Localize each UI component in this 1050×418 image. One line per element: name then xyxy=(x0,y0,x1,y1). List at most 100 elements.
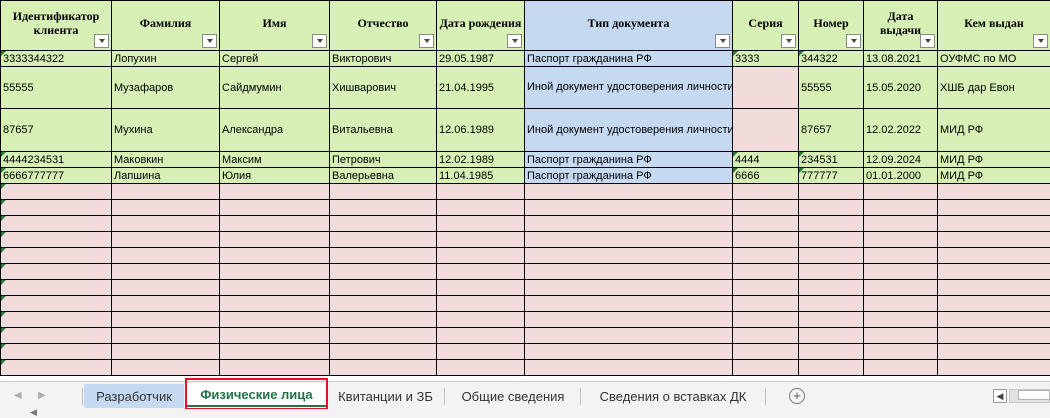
empty-cell[interactable] xyxy=(732,199,799,216)
cell-surname[interactable]: Лопухин xyxy=(111,50,220,67)
empty-cell[interactable] xyxy=(329,343,437,360)
empty-cell[interactable] xyxy=(524,231,733,248)
empty-cell[interactable] xyxy=(798,183,864,200)
empty-cell[interactable] xyxy=(863,231,938,248)
cell-birth-date[interactable]: 21.04.1995 xyxy=(436,66,525,109)
empty-cell[interactable] xyxy=(219,231,330,248)
empty-cell[interactable] xyxy=(863,327,938,344)
cell-issue-date[interactable]: 12.02.2022 xyxy=(863,108,938,152)
empty-cell[interactable] xyxy=(0,183,112,200)
empty-cell[interactable] xyxy=(732,247,799,264)
cell-issue-date[interactable]: 13.08.2021 xyxy=(863,50,938,67)
cell-number[interactable]: 55555 xyxy=(798,66,864,109)
empty-cell[interactable] xyxy=(111,183,220,200)
empty-cell[interactable] xyxy=(111,327,220,344)
empty-cell[interactable] xyxy=(732,295,799,312)
empty-cell[interactable] xyxy=(111,199,220,216)
empty-cell[interactable] xyxy=(798,343,864,360)
empty-cell[interactable] xyxy=(219,279,330,296)
empty-cell[interactable] xyxy=(732,279,799,296)
empty-cell[interactable] xyxy=(0,311,112,328)
filter-dropdown-icon[interactable] xyxy=(1033,34,1048,48)
empty-cell[interactable] xyxy=(111,295,220,312)
cell-client-id[interactable]: 3333344322 xyxy=(0,50,112,67)
cell-issue-date[interactable]: 01.01.2000 xyxy=(863,167,938,184)
tab-insert-info[interactable]: Сведения о вставках ДК xyxy=(582,382,764,410)
cell-series[interactable]: 3333 xyxy=(732,50,799,67)
empty-cell[interactable] xyxy=(0,279,112,296)
cell-document-type[interactable]: Паспорт гражданина РФ xyxy=(524,50,733,67)
empty-cell[interactable] xyxy=(329,327,437,344)
empty-cell[interactable] xyxy=(524,343,733,360)
empty-cell[interactable] xyxy=(111,343,220,360)
empty-cell[interactable] xyxy=(111,311,220,328)
empty-cell[interactable] xyxy=(732,215,799,232)
empty-cell[interactable] xyxy=(0,231,112,248)
empty-cell[interactable] xyxy=(111,247,220,264)
empty-cell[interactable] xyxy=(937,359,1050,376)
empty-cell[interactable] xyxy=(863,279,938,296)
column-header-issue-date[interactable]: Дата выдачи xyxy=(863,0,938,51)
cell-number[interactable]: 87657 xyxy=(798,108,864,152)
empty-cell[interactable] xyxy=(436,247,525,264)
empty-cell[interactable] xyxy=(732,343,799,360)
empty-cell[interactable] xyxy=(0,327,112,344)
cell-client-id[interactable]: 4444234531 xyxy=(0,151,112,168)
filter-dropdown-icon[interactable] xyxy=(507,34,522,48)
empty-cell[interactable] xyxy=(798,279,864,296)
cell-surname[interactable]: Маковкин xyxy=(111,151,220,168)
empty-cell[interactable] xyxy=(219,359,330,376)
empty-cell[interactable] xyxy=(863,295,938,312)
cell-first-name[interactable]: Сергей xyxy=(219,50,330,67)
column-header-client-id[interactable]: Идентификатор клиента xyxy=(0,0,112,51)
empty-cell[interactable] xyxy=(798,359,864,376)
empty-cell[interactable] xyxy=(111,215,220,232)
empty-cell[interactable] xyxy=(329,263,437,280)
cell-issued-by[interactable]: ОУФМС по МО xyxy=(937,50,1050,67)
cell-patronymic[interactable]: Хишварович xyxy=(329,66,437,109)
empty-cell[interactable] xyxy=(0,359,112,376)
empty-cell[interactable] xyxy=(798,215,864,232)
horizontal-scrollbar-thumb[interactable] xyxy=(1018,390,1050,400)
empty-cell[interactable] xyxy=(732,327,799,344)
empty-cell[interactable] xyxy=(0,199,112,216)
cell-client-id[interactable]: 87657 xyxy=(0,108,112,152)
cell-number[interactable]: 777777 xyxy=(798,167,864,184)
empty-cell[interactable] xyxy=(329,247,437,264)
empty-cell[interactable] xyxy=(329,215,437,232)
cell-document-type[interactable]: Иной документ удостоверения личности ино… xyxy=(524,108,733,152)
empty-cell[interactable] xyxy=(436,215,525,232)
empty-cell[interactable] xyxy=(219,295,330,312)
filter-dropdown-icon[interactable] xyxy=(94,34,109,48)
empty-cell[interactable] xyxy=(798,263,864,280)
filter-dropdown-icon[interactable] xyxy=(920,34,935,48)
tab-individuals[interactable]: Физические лица xyxy=(187,383,326,407)
cell-patronymic[interactable]: Валерьевна xyxy=(329,167,437,184)
cell-client-id[interactable]: 55555 xyxy=(0,66,112,109)
empty-cell[interactable] xyxy=(863,359,938,376)
empty-cell[interactable] xyxy=(732,263,799,280)
empty-cell[interactable] xyxy=(937,279,1050,296)
empty-cell[interactable] xyxy=(937,231,1050,248)
empty-cell[interactable] xyxy=(937,199,1050,216)
empty-cell[interactable] xyxy=(732,183,799,200)
spreadsheet-area[interactable]: Идентификатор клиента Фамилия Имя Отчест… xyxy=(0,0,1050,381)
cell-surname[interactable]: Мухина xyxy=(111,108,220,152)
empty-cell[interactable] xyxy=(219,311,330,328)
cell-document-type[interactable]: Паспорт гражданина РФ xyxy=(524,167,733,184)
tab-receipts[interactable]: Квитанции и ЗБ xyxy=(328,382,443,410)
tab-developer[interactable]: Разработчик xyxy=(84,384,184,408)
column-header-birth-date[interactable]: Дата рождения xyxy=(436,0,525,51)
empty-cell[interactable] xyxy=(329,231,437,248)
empty-cell[interactable] xyxy=(524,279,733,296)
empty-cell[interactable] xyxy=(863,343,938,360)
empty-cell[interactable] xyxy=(219,327,330,344)
cell-client-id[interactable]: 6666777777 xyxy=(0,167,112,184)
cell-series[interactable]: 6666 xyxy=(732,167,799,184)
empty-cell[interactable] xyxy=(219,247,330,264)
empty-cell[interactable] xyxy=(436,279,525,296)
empty-cell[interactable] xyxy=(111,231,220,248)
empty-cell[interactable] xyxy=(329,183,437,200)
empty-cell[interactable] xyxy=(524,311,733,328)
empty-cell[interactable] xyxy=(436,263,525,280)
